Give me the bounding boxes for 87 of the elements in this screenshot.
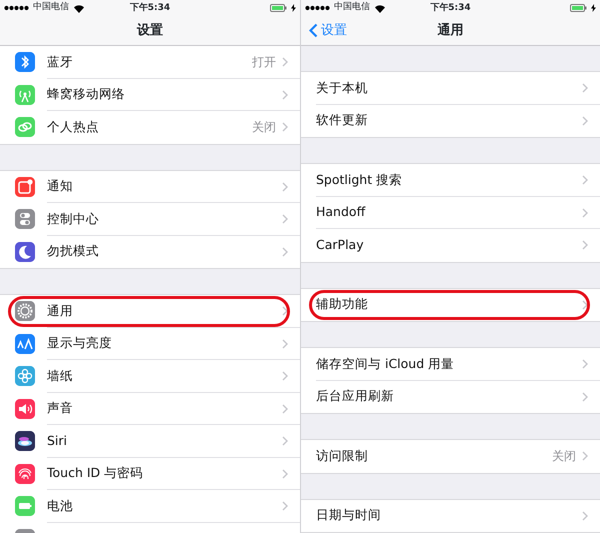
row-label: 控制中心 — [47, 210, 99, 228]
signal-icon — [305, 5, 330, 11]
row-label: Touch ID 与密码 — [47, 464, 144, 482]
row-label: 个人热点 — [47, 118, 99, 136]
chevron-icon — [282, 214, 288, 224]
settings-row[interactable]: CarPlay — [301, 229, 600, 262]
status-time: 下午5:34 — [430, 3, 471, 13]
settings-row[interactable]: 控制中心 — [0, 203, 300, 236]
settings-row[interactable]: Siri — [0, 425, 300, 458]
wifi-icon — [73, 4, 85, 12]
row-value: 关闭 — [552, 448, 576, 466]
row-label: 声音 — [47, 399, 73, 418]
settings-row[interactable]: Handoff — [301, 196, 600, 229]
battery-icon — [270, 4, 287, 12]
settings-row[interactable]: 关于本机 — [301, 72, 600, 104]
chevron-icon — [582, 300, 588, 310]
settings-row[interactable]: Touch ID 与密码 — [0, 458, 300, 490]
settings-row[interactable]: 勿扰模式 — [0, 236, 300, 268]
chevron-icon — [282, 371, 288, 382]
chevron-icon — [282, 501, 288, 512]
settings-row[interactable]: 访问限制 关闭 — [301, 440, 600, 472]
settings-row[interactable]: Spotlight 搜索 — [301, 164, 600, 196]
settings-row[interactable]: 储存空间与 iCloud 用量 — [301, 348, 600, 380]
row-label: Spotlight 搜索 — [316, 170, 402, 189]
wifi-icon — [374, 4, 386, 12]
chevron-icon — [282, 122, 288, 132]
chevron-icon — [282, 436, 288, 446]
chevron-icon — [582, 392, 588, 402]
row-label: 蓝牙 — [47, 52, 73, 71]
nav-title: 通用 — [438, 22, 464, 40]
carrier-name: 中国电信 — [33, 1, 69, 14]
row-label: 通知 — [47, 177, 73, 196]
row-label: Siri — [47, 432, 68, 450]
row-label: 墙纸 — [47, 366, 73, 385]
chevron-icon — [582, 175, 588, 186]
settings-row[interactable]: 显示与亮度 — [0, 328, 300, 360]
row-label: CarPlay — [316, 236, 364, 254]
chevron-icon — [582, 83, 588, 94]
row-label: 蜂窝移动网络 — [47, 85, 125, 104]
chevron-icon — [582, 240, 588, 250]
chevron-icon — [582, 451, 588, 462]
row-label: 通用 — [47, 302, 73, 320]
row-label: 勿扰模式 — [47, 242, 99, 260]
chevron-icon — [282, 246, 288, 257]
row-label: 后台应用刷新 — [316, 387, 394, 406]
settings-row[interactable]: 蜂窝移动网络 — [0, 78, 300, 111]
chevron-icon — [582, 208, 588, 218]
back-chevron-icon — [309, 23, 318, 38]
row-value: 关闭 — [252, 119, 276, 136]
row-label: 辅助功能 — [316, 295, 368, 314]
settings-row[interactable]: 电池 — [0, 490, 300, 522]
chevron-icon — [282, 338, 288, 349]
chevron-icon — [282, 468, 288, 479]
row-label: 软件更新 — [316, 111, 368, 130]
chevron-icon — [282, 182, 288, 192]
row-label: 访问限制 — [316, 446, 368, 465]
settings-row[interactable]: 声音 — [0, 392, 300, 425]
chevron-icon — [582, 510, 588, 521]
settings-row[interactable]: 软件更新 — [301, 104, 600, 137]
row-label: 显示与亮度 — [47, 334, 112, 352]
chevron-icon — [282, 404, 288, 414]
settings-row[interactable]: 通用 — [0, 295, 300, 328]
settings-row[interactable]: 日期与时间 — [301, 500, 600, 532]
charging-icon — [591, 4, 596, 12]
row-value: 打开 — [252, 54, 276, 72]
chevron-icon — [582, 116, 588, 126]
row-label: 储存空间与 iCloud 用量 — [316, 354, 454, 373]
settings-row[interactable]: 通知 — [0, 170, 300, 203]
row-label: Handoff — [316, 203, 366, 222]
status-time: 下午5:34 — [130, 3, 170, 13]
settings-row[interactable]: 后台应用刷新 — [301, 380, 600, 413]
chevron-icon — [282, 90, 288, 100]
nav-title: 设置 — [137, 22, 163, 40]
chevron-icon — [282, 57, 288, 68]
settings-row[interactable]: 辅助功能 — [301, 288, 600, 321]
charging-icon — [291, 4, 296, 12]
settings-row[interactable]: 蓝牙 打开 — [0, 46, 300, 78]
chevron-icon — [282, 306, 288, 316]
signal-icon — [4, 5, 29, 11]
row-label: 日期与时间 — [316, 506, 381, 524]
row-label: 关于本机 — [316, 78, 368, 97]
chevron-icon — [582, 359, 588, 370]
row-label: 电池 — [47, 496, 73, 515]
battery-icon — [570, 4, 587, 12]
carrier-name: 中国电信 — [334, 1, 370, 14]
settings-row[interactable]: 个人热点 关闭 — [0, 111, 300, 144]
settings-row[interactable]: 墙纸 — [0, 360, 300, 392]
